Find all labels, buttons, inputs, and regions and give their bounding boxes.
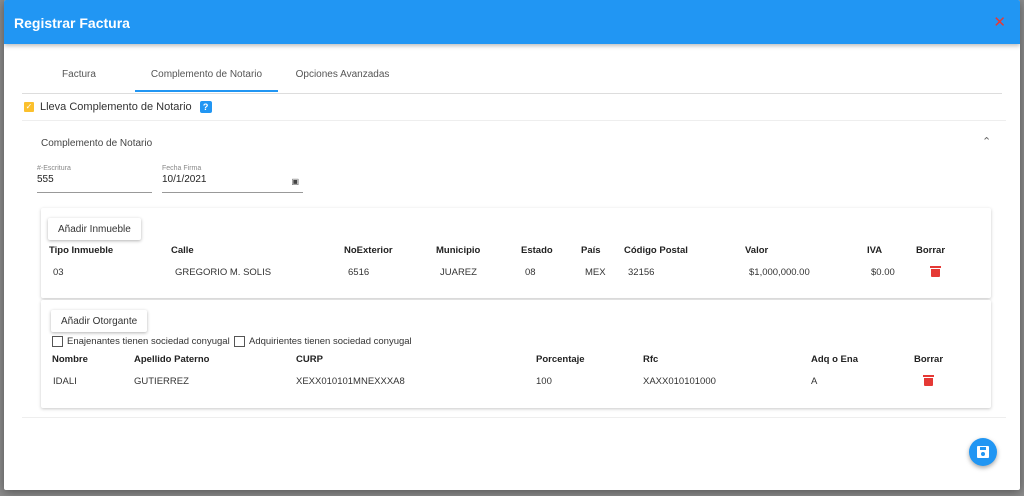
header-noexterior: NoExterior [344,245,393,256]
cell-tipo-inmueble: 03 [53,267,64,278]
cell-valor: $1,000,000.00 [749,267,810,278]
enajenantes-checkbox[interactable]: Enajenantes tienen sociedad conyugal [52,336,230,347]
header-valor: Valor [745,245,769,256]
tab-bar: Factura Complemento de Notario Opciones … [22,62,1002,94]
cell-calle: GREGORIO M. SOLIS [175,267,272,278]
header-rfc: Rfc [643,354,659,365]
save-icon [977,446,989,458]
header-apellido-paterno: Apellido Paterno [134,354,210,365]
escritura-underline [37,192,152,193]
header-municipio: Municipio [436,245,481,256]
trash-icon[interactable] [930,266,941,277]
cell-curp: XEXX010101MNEXXXA8 [296,376,405,387]
trash-icon[interactable] [923,375,934,386]
dialog-titlebar: Registrar Factura ✕ [4,0,1020,44]
cell-iva: $0.00 [871,267,895,278]
adquirientes-box[interactable] [234,336,245,347]
adquirientes-checkbox[interactable]: Adquirientes tienen sociedad conyugal [234,336,412,347]
lleva-complemento-label: Lleva Complemento de Notario [40,101,192,113]
cell-apellido-paterno: GUTIERREZ [134,376,189,387]
fecha-firma-label: Fecha Firma [162,165,202,172]
header-borrar: Borrar [916,245,946,256]
header-borrar: Borrar [914,354,944,365]
section-title: Complemento de Notario [41,138,153,149]
otorgantes-card: Añadir Otorgante Enajenantes tienen soci… [41,300,991,408]
escritura-label: #-Escritura [37,165,71,172]
cell-pais: MEX [585,267,606,278]
header-codigo-postal: Código Postal [624,245,688,256]
cell-codigo-postal: 32156 [628,267,655,278]
inmuebles-card: Añadir Inmueble Tipo Inmueble Calle NoEx… [41,208,991,298]
help-icon[interactable]: ? [199,101,212,113]
cell-noexterior: 6516 [348,267,370,278]
tab-opciones-avanzadas[interactable]: Opciones Avanzadas [290,62,395,92]
divider [22,417,1006,418]
close-icon[interactable]: ✕ [993,13,1006,31]
header-adq-o-ena: Adq o Ena [811,354,858,365]
divider [22,120,1006,121]
cell-adq-o-ena: A [811,376,818,387]
header-nombre: Nombre [52,354,88,365]
header-porcentaje: Porcentaje [536,354,585,365]
add-inmueble-button[interactable]: Añadir Inmueble [48,218,141,240]
fecha-firma-underline [162,192,303,193]
cell-estado: 08 [525,267,536,278]
header-estado: Estado [521,245,553,256]
cell-porcentaje: 100 [536,376,552,387]
tab-complemento-notario[interactable]: Complemento de Notario [135,62,278,92]
enajenantes-box[interactable] [52,336,63,347]
escritura-value[interactable]: 555 [37,174,152,185]
registrar-factura-dialog: Registrar Factura ✕ Factura Complemento … [4,0,1020,490]
cell-municipio: JUAREZ [440,267,477,278]
lleva-complemento-checkbox[interactable]: ✓ [24,102,34,112]
fecha-firma-field[interactable]: Fecha Firma 10/1/2021 ▣ [162,165,303,193]
cell-rfc: XAXX010101000 [643,376,716,387]
tab-factura[interactable]: Factura [44,62,114,92]
enajenantes-label: Enajenantes tienen sociedad conyugal [67,336,230,347]
escritura-field[interactable]: #-Escritura 555 [37,165,152,193]
header-curp: CURP [296,354,323,365]
header-iva: IVA [867,245,883,256]
lleva-complemento-row: ✓ Lleva Complemento de Notario ? [24,100,212,114]
chevron-up-icon[interactable]: ⌃ [982,135,991,148]
add-otorgante-button[interactable]: Añadir Otorgante [51,310,148,332]
header-tipo-inmueble: Tipo Inmueble [49,245,114,256]
dialog-title: Registrar Factura [14,15,130,31]
calendar-icon[interactable]: ▣ [291,177,299,186]
save-button[interactable] [969,438,997,466]
header-calle: Calle [171,245,194,256]
fecha-firma-value[interactable]: 10/1/2021 [162,174,303,185]
adquirientes-label: Adquirientes tienen sociedad conyugal [249,336,412,347]
cell-nombre: IDALI [53,376,77,387]
header-pais: País [581,245,601,256]
